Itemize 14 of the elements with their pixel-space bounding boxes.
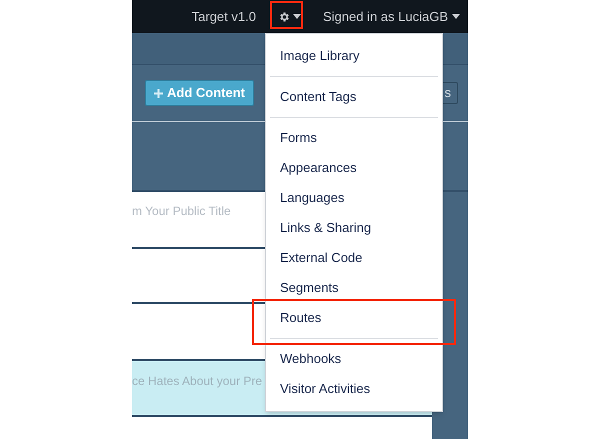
caret-icon	[452, 14, 460, 19]
caret-icon	[292, 14, 301, 19]
plus-icon	[154, 88, 163, 98]
settings-icon	[278, 10, 290, 22]
menu-item[interactable]: Appearances	[270, 153, 438, 183]
version-label: Target v1.0	[192, 8, 256, 26]
menu-item[interactable]: Image Library	[270, 41, 438, 71]
menu-item[interactable]: Links & Sharing	[270, 213, 438, 243]
menu-item[interactable]: Content Tags	[270, 82, 438, 112]
menu-item[interactable]: External Code	[270, 243, 438, 273]
menu-item[interactable]: Routes	[252, 299, 456, 345]
menu-item[interactable]: Forms	[270, 123, 438, 153]
menu-item[interactable]: Languages	[270, 183, 438, 213]
user-menu[interactable]: Signed in as LuciaGB	[322, 6, 460, 26]
